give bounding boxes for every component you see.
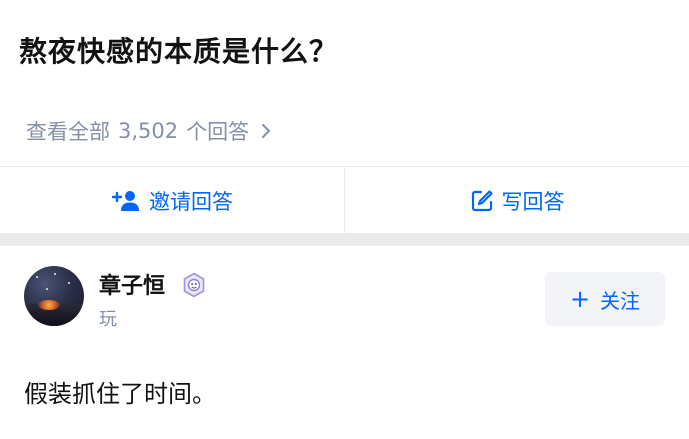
follow-button[interactable]: + 关注 [545,272,665,326]
answer-excerpt[interactable]: 假装抓住了时间。 [24,374,216,414]
chevron-right-icon [262,124,271,138]
invite-answer-button[interactable]: 邀请回答 [0,167,344,234]
avatar[interactable] [24,266,84,326]
section-divider [0,233,689,246]
follow-label: 关注 [600,288,641,313]
question-actions: 邀请回答 写回答 [0,166,689,234]
plus-icon: + [569,285,591,313]
answer-count: 3,502 [118,119,179,143]
avatar-star [54,273,56,275]
answer-card: 章子恒 玩 + 关注 假装抓住了时间。 [0,246,689,439]
avatar-star [36,276,38,278]
view-all-answers-link[interactable]: 查看全部 3,502 个回答 [26,113,273,149]
write-answer-button[interactable]: 写回答 [344,167,689,234]
view-all-suffix: 个回答 [186,120,250,144]
avatar-star [68,282,70,284]
avatar-glow [38,300,60,310]
author-bio: 玩 [99,309,117,330]
avatar-star [46,288,48,290]
invite-answer-label: 邀请回答 [149,189,233,214]
add-user-icon [111,190,139,211]
question-title[interactable]: 熬夜快感的本质是什么？ [19,30,338,74]
view-all-prefix: 查看全部 [26,120,110,144]
edit-icon [471,189,493,211]
write-answer-label: 写回答 [501,189,565,214]
author-name[interactable]: 章子恒 [99,272,165,302]
question-header: 熬夜快感的本质是什么？ 查看全部 3,502 个回答 [0,0,689,166]
badge-icon [183,272,205,298]
